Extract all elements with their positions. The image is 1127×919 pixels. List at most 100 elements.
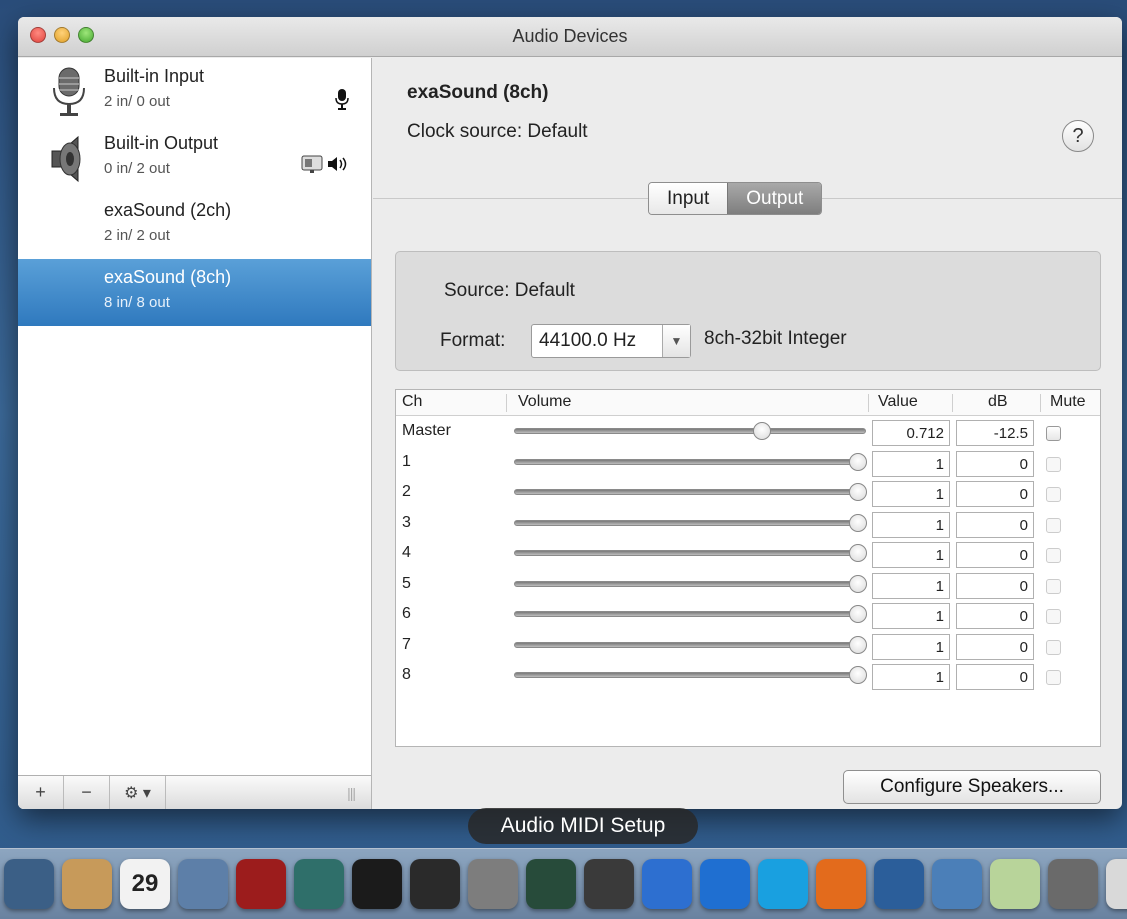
volume-slider-knob[interactable] [849, 635, 867, 654]
volume-value-field[interactable]: 1 [872, 542, 950, 568]
volume-slider-knob[interactable] [849, 544, 867, 562]
volume-slider-knob[interactable] [849, 452, 867, 471]
volume-db-field[interactable]: 0 [956, 481, 1034, 507]
terminal-icon[interactable] [352, 859, 402, 909]
gear-menu-button[interactable]: ⚙ ▾ [110, 776, 166, 809]
volume-db-field[interactable]: 0 [956, 542, 1034, 568]
device-status-icons [301, 155, 349, 173]
device-item-exasound-2ch[interactable]: exaSound (2ch) 2 in/ 2 out [18, 192, 371, 259]
channel-volume-table: Ch Volume Value dB Mute Master 0.712 -12.5… [395, 389, 1101, 747]
instruments-icon[interactable] [932, 859, 982, 909]
tab-output[interactable]: Output [727, 183, 822, 214]
time-machine-icon[interactable] [294, 859, 344, 909]
audio-midi-setup-icon[interactable] [584, 859, 634, 909]
volume-slider-knob[interactable] [752, 422, 771, 440]
configure-speakers-button[interactable]: Configure Speakers... [843, 770, 1101, 804]
volume-slider[interactable] [514, 544, 867, 562]
volume-value-field[interactable]: 1 [872, 664, 950, 690]
volume-slider-knob[interactable] [849, 666, 867, 684]
volume-slider-knob[interactable] [849, 605, 867, 623]
volume-slider[interactable] [514, 483, 867, 501]
itunes-icon[interactable] [642, 859, 692, 909]
volume-db-field[interactable]: 0 [956, 450, 1034, 477]
volume-value-field[interactable]: 1 [872, 481, 950, 507]
mute-checkbox[interactable] [1046, 548, 1061, 563]
photo-booth-icon[interactable] [236, 859, 286, 909]
volume-slider-knob[interactable] [849, 483, 867, 501]
sound-utility-icon[interactable] [990, 859, 1040, 909]
device-name: Built-in Output [104, 133, 219, 153]
volume-slider-knob[interactable] [849, 574, 867, 593]
device-item-built-in-output[interactable]: Built-in Output 0 in/ 2 out [18, 125, 371, 192]
volume-slider[interactable] [514, 605, 867, 623]
channel-label: 3 [402, 513, 411, 531]
volume-db-field[interactable]: 0 [956, 633, 1034, 660]
tab-input[interactable]: Input [649, 183, 728, 214]
resize-grip[interactable]: ||| [347, 785, 356, 801]
mute-checkbox[interactable] [1046, 578, 1061, 594]
xcode-icon[interactable] [874, 859, 924, 909]
volume-value-field[interactable]: 1 [872, 603, 950, 629]
volume-db-field[interactable]: 0 [956, 511, 1034, 538]
calendar-icon[interactable]: 29 [120, 859, 170, 909]
default-output-speaker-icon [328, 157, 347, 171]
volume-slider-knob[interactable] [849, 513, 867, 532]
mute-checkbox[interactable] [1046, 609, 1061, 624]
script-editor-icon[interactable] [1048, 859, 1098, 909]
mute-checkbox[interactable] [1046, 517, 1061, 533]
header-db: dB [988, 393, 1008, 410]
activity-monitor-icon[interactable] [526, 859, 576, 909]
table-row: 7 10 [396, 632, 1100, 662]
mute-checkbox[interactable] [1046, 670, 1061, 685]
firefox-icon[interactable] [816, 859, 866, 909]
volume-slider[interactable] [514, 452, 867, 471]
facetime-icon[interactable] [4, 859, 54, 909]
skype-icon[interactable] [758, 859, 808, 909]
header-volume: Volume [518, 393, 572, 410]
volume-slider[interactable] [514, 422, 866, 440]
help-button[interactable]: ? [1062, 120, 1094, 152]
volume-slider[interactable] [514, 666, 867, 684]
textedit-icon[interactable] [1106, 859, 1127, 909]
volume-value-field[interactable]: 0.712 [872, 420, 950, 446]
mute-checkbox[interactable] [1046, 639, 1061, 655]
device-name: Built-in Input [104, 66, 205, 86]
header-value: Value [878, 393, 918, 410]
teamviewer-icon[interactable] [700, 859, 750, 909]
system-preferences-icon[interactable] [468, 859, 518, 909]
header-mute: Mute [1050, 393, 1086, 410]
table-row: 6 10 [396, 601, 1100, 631]
device-item-built-in-input[interactable]: Built-in Input 2 in/ 0 out [18, 58, 371, 125]
mute-checkbox[interactable] [1046, 456, 1061, 472]
mute-checkbox[interactable] [1046, 426, 1061, 441]
device-io: 2 in/ 0 out [104, 93, 170, 110]
device-item-exasound-8ch[interactable]: exaSound (8ch) 8 in/ 8 out [18, 259, 371, 326]
volume-value-field[interactable]: 1 [872, 633, 950, 660]
header-ch: Ch [402, 393, 423, 410]
volume-slider[interactable] [514, 635, 867, 654]
volume-db-field[interactable]: 0 [956, 572, 1034, 599]
volume-slider[interactable] [514, 513, 867, 532]
clock-source: Clock source: Default [407, 121, 588, 142]
preview-icon[interactable] [178, 859, 228, 909]
volume-value-field[interactable]: 1 [872, 450, 950, 477]
volume-slider[interactable] [514, 574, 867, 593]
volume-db-field[interactable]: -12.5 [956, 420, 1034, 446]
channel-label: 2 [402, 483, 411, 500]
add-device-button[interactable]: + [18, 776, 64, 809]
volume-db-field[interactable]: 0 [956, 664, 1034, 690]
console-icon[interactable] [410, 859, 460, 909]
chevron-down-icon[interactable]: ▼ [662, 325, 690, 357]
volume-value-field[interactable]: 1 [872, 572, 950, 599]
speaker-icon [48, 133, 90, 185]
volume-value-field[interactable]: 1 [872, 511, 950, 538]
title-bar[interactable]: Audio Devices [18, 17, 1122, 57]
format-label: Format: [440, 330, 506, 351]
channel-label: 1 [402, 452, 411, 470]
volume-db-field[interactable]: 0 [956, 603, 1034, 629]
mute-checkbox[interactable] [1046, 487, 1061, 502]
column-divider [868, 394, 869, 412]
format-select[interactable]: 44100.0 Hz ▼ [531, 324, 691, 358]
remove-device-button[interactable]: − [64, 776, 110, 809]
contacts-icon[interactable] [62, 859, 112, 909]
